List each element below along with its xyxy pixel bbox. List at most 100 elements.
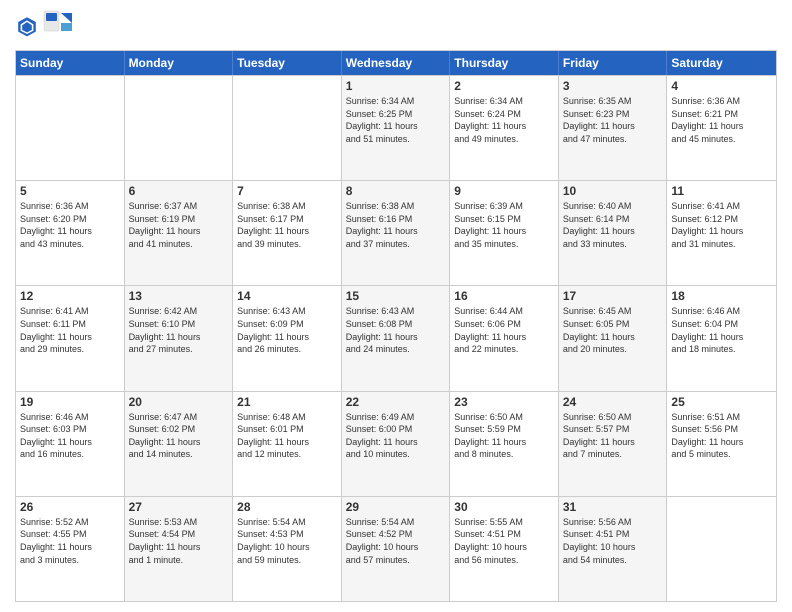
logo-svg bbox=[43, 10, 75, 42]
calendar-cell-11: 11 Sunrise: 6:41 AM Sunset: 6:12 PM Dayli… bbox=[667, 181, 776, 285]
cell-info: Sunrise: 6:50 AM Sunset: 5:59 PM Dayligh… bbox=[454, 411, 554, 461]
cell-info: Sunrise: 6:47 AM Sunset: 6:02 PM Dayligh… bbox=[129, 411, 229, 461]
day-number: 10 bbox=[563, 184, 663, 198]
calendar-row-2: 12 Sunrise: 6:41 AM Sunset: 6:11 PM Dayli… bbox=[16, 285, 776, 390]
calendar-row-4: 26 Sunrise: 5:52 AM Sunset: 4:55 PM Dayli… bbox=[16, 496, 776, 601]
calendar-cell-31: 31Sunrise: 5:56 AM Sunset: 4:51 PM Dayli… bbox=[559, 497, 668, 601]
day-number: 17 bbox=[563, 289, 663, 303]
cell-info: Sunrise: 6:46 AM Sunset: 6:04 PM Dayligh… bbox=[671, 305, 772, 355]
day-number: 30 bbox=[454, 500, 554, 514]
day-number: 25 bbox=[671, 395, 772, 409]
calendar-cell-28: 28 Sunrise: 5:54 AM Sunset: 4:53 PM Dayli… bbox=[233, 497, 342, 601]
day-header-friday: Friday bbox=[559, 51, 668, 75]
cell-info: Sunrise: 6:43 AM Sunset: 6:09 PM Dayligh… bbox=[237, 305, 337, 355]
day-number: 7 bbox=[237, 184, 337, 198]
day-header-thursday: Thursday bbox=[450, 51, 559, 75]
cell-info: Sunrise: 6:50 AM Sunset: 5:57 PM Dayligh… bbox=[563, 411, 663, 461]
cell-info: Sunrise: 6:37 AM Sunset: 6:19 PM Dayligh… bbox=[129, 200, 229, 250]
calendar-cell-15: 15 Sunrise: 6:43 AM Sunset: 6:08 PM Dayli… bbox=[342, 286, 451, 390]
logo-icon bbox=[15, 14, 39, 38]
calendar-cell-30: 30Sunrise: 5:55 AM Sunset: 4:51 PM Dayli… bbox=[450, 497, 559, 601]
calendar-cell-14: 14 Sunrise: 6:43 AM Sunset: 6:09 PM Dayli… bbox=[233, 286, 342, 390]
logo bbox=[15, 10, 77, 42]
cell-info: Sunrise: 6:49 AM Sunset: 6:00 PM Dayligh… bbox=[346, 411, 446, 461]
calendar-cell-18: 18 Sunrise: 6:46 AM Sunset: 6:04 PM Dayli… bbox=[667, 286, 776, 390]
cell-info: Sunrise: 6:40 AM Sunset: 6:14 PM Dayligh… bbox=[563, 200, 663, 250]
day-number: 16 bbox=[454, 289, 554, 303]
calendar-cell-12: 12 Sunrise: 6:41 AM Sunset: 6:11 PM Dayli… bbox=[16, 286, 125, 390]
cell-info: Sunrise: 6:46 AM Sunset: 6:03 PM Dayligh… bbox=[20, 411, 120, 461]
cell-info: Sunrise: 6:34 AM Sunset: 6:24 PM Dayligh… bbox=[454, 95, 554, 145]
day-number: 8 bbox=[346, 184, 446, 198]
logo-text bbox=[43, 10, 77, 42]
day-number: 31 bbox=[563, 500, 663, 514]
calendar-cell-1: 1 Sunrise: 6:34 AM Sunset: 6:25 PM Daylig… bbox=[342, 76, 451, 180]
calendar-row-1: 5Sunrise: 6:36 AM Sunset: 6:20 PM Daylig… bbox=[16, 180, 776, 285]
calendar-cell-25: 25 Sunrise: 6:51 AM Sunset: 5:56 PM Dayli… bbox=[667, 392, 776, 496]
day-number: 20 bbox=[129, 395, 229, 409]
calendar-cell-24: 24 Sunrise: 6:50 AM Sunset: 5:57 PM Dayli… bbox=[559, 392, 668, 496]
day-number: 5 bbox=[20, 184, 120, 198]
cell-info: Sunrise: 6:51 AM Sunset: 5:56 PM Dayligh… bbox=[671, 411, 772, 461]
calendar-cell-8: 8Sunrise: 6:38 AM Sunset: 6:16 PM Daylig… bbox=[342, 181, 451, 285]
calendar-cell-21: 21 Sunrise: 6:48 AM Sunset: 6:01 PM Dayli… bbox=[233, 392, 342, 496]
calendar-cell-empty-0-1 bbox=[125, 76, 234, 180]
day-number: 15 bbox=[346, 289, 446, 303]
day-header-sunday: Sunday bbox=[16, 51, 125, 75]
cell-info: Sunrise: 5:54 AM Sunset: 4:53 PM Dayligh… bbox=[237, 516, 337, 566]
page: SundayMondayTuesdayWednesdayThursdayFrid… bbox=[0, 0, 792, 612]
cell-info: Sunrise: 5:53 AM Sunset: 4:54 PM Dayligh… bbox=[129, 516, 229, 566]
cell-info: Sunrise: 6:44 AM Sunset: 6:06 PM Dayligh… bbox=[454, 305, 554, 355]
day-header-saturday: Saturday bbox=[667, 51, 776, 75]
day-number: 28 bbox=[237, 500, 337, 514]
day-header-monday: Monday bbox=[125, 51, 234, 75]
day-number: 4 bbox=[671, 79, 772, 93]
day-number: 13 bbox=[129, 289, 229, 303]
calendar-cell-26: 26 Sunrise: 5:52 AM Sunset: 4:55 PM Dayli… bbox=[16, 497, 125, 601]
calendar: SundayMondayTuesdayWednesdayThursdayFrid… bbox=[15, 50, 777, 602]
cell-info: Sunrise: 5:54 AM Sunset: 4:52 PM Dayligh… bbox=[346, 516, 446, 566]
day-number: 1 bbox=[346, 79, 446, 93]
cell-info: Sunrise: 6:45 AM Sunset: 6:05 PM Dayligh… bbox=[563, 305, 663, 355]
day-number: 26 bbox=[20, 500, 120, 514]
day-number: 9 bbox=[454, 184, 554, 198]
calendar-cell-6: 6Sunrise: 6:37 AM Sunset: 6:19 PM Daylig… bbox=[125, 181, 234, 285]
calendar-cell-29: 29 Sunrise: 5:54 AM Sunset: 4:52 PM Dayli… bbox=[342, 497, 451, 601]
calendar-cell-27: 27 Sunrise: 5:53 AM Sunset: 4:54 PM Dayli… bbox=[125, 497, 234, 601]
cell-info: Sunrise: 6:41 AM Sunset: 6:11 PM Dayligh… bbox=[20, 305, 120, 355]
cell-info: Sunrise: 5:52 AM Sunset: 4:55 PM Dayligh… bbox=[20, 516, 120, 566]
cell-info: Sunrise: 6:36 AM Sunset: 6:21 PM Dayligh… bbox=[671, 95, 772, 145]
cell-info: Sunrise: 6:35 AM Sunset: 6:23 PM Dayligh… bbox=[563, 95, 663, 145]
day-number: 24 bbox=[563, 395, 663, 409]
day-number: 19 bbox=[20, 395, 120, 409]
calendar-header: SundayMondayTuesdayWednesdayThursdayFrid… bbox=[16, 51, 776, 75]
calendar-cell-20: 20 Sunrise: 6:47 AM Sunset: 6:02 PM Dayli… bbox=[125, 392, 234, 496]
calendar-cell-17: 17 Sunrise: 6:45 AM Sunset: 6:05 PM Dayli… bbox=[559, 286, 668, 390]
day-header-tuesday: Tuesday bbox=[233, 51, 342, 75]
day-number: 27 bbox=[129, 500, 229, 514]
cell-info: Sunrise: 6:43 AM Sunset: 6:08 PM Dayligh… bbox=[346, 305, 446, 355]
calendar-cell-4: 4 Sunrise: 6:36 AM Sunset: 6:21 PM Daylig… bbox=[667, 76, 776, 180]
day-number: 18 bbox=[671, 289, 772, 303]
day-number: 22 bbox=[346, 395, 446, 409]
calendar-cell-9: 9Sunrise: 6:39 AM Sunset: 6:15 PM Daylig… bbox=[450, 181, 559, 285]
day-header-wednesday: Wednesday bbox=[342, 51, 451, 75]
day-number: 21 bbox=[237, 395, 337, 409]
calendar-cell-7: 7 Sunrise: 6:38 AM Sunset: 6:17 PM Daylig… bbox=[233, 181, 342, 285]
calendar-cell-16: 16 Sunrise: 6:44 AM Sunset: 6:06 PM Dayli… bbox=[450, 286, 559, 390]
cell-info: Sunrise: 6:41 AM Sunset: 6:12 PM Dayligh… bbox=[671, 200, 772, 250]
cell-info: Sunrise: 6:48 AM Sunset: 6:01 PM Dayligh… bbox=[237, 411, 337, 461]
day-number: 11 bbox=[671, 184, 772, 198]
calendar-row-0: 1 Sunrise: 6:34 AM Sunset: 6:25 PM Daylig… bbox=[16, 75, 776, 180]
cell-info: Sunrise: 6:38 AM Sunset: 6:17 PM Dayligh… bbox=[237, 200, 337, 250]
calendar-cell-5: 5Sunrise: 6:36 AM Sunset: 6:20 PM Daylig… bbox=[16, 181, 125, 285]
calendar-cell-empty-0-2 bbox=[233, 76, 342, 180]
day-number: 14 bbox=[237, 289, 337, 303]
cell-info: Sunrise: 6:42 AM Sunset: 6:10 PM Dayligh… bbox=[129, 305, 229, 355]
calendar-cell-22: 22 Sunrise: 6:49 AM Sunset: 6:00 PM Dayli… bbox=[342, 392, 451, 496]
day-number: 12 bbox=[20, 289, 120, 303]
day-number: 29 bbox=[346, 500, 446, 514]
day-number: 3 bbox=[563, 79, 663, 93]
calendar-body: 1 Sunrise: 6:34 AM Sunset: 6:25 PM Daylig… bbox=[16, 75, 776, 601]
cell-info: Sunrise: 6:34 AM Sunset: 6:25 PM Dayligh… bbox=[346, 95, 446, 145]
